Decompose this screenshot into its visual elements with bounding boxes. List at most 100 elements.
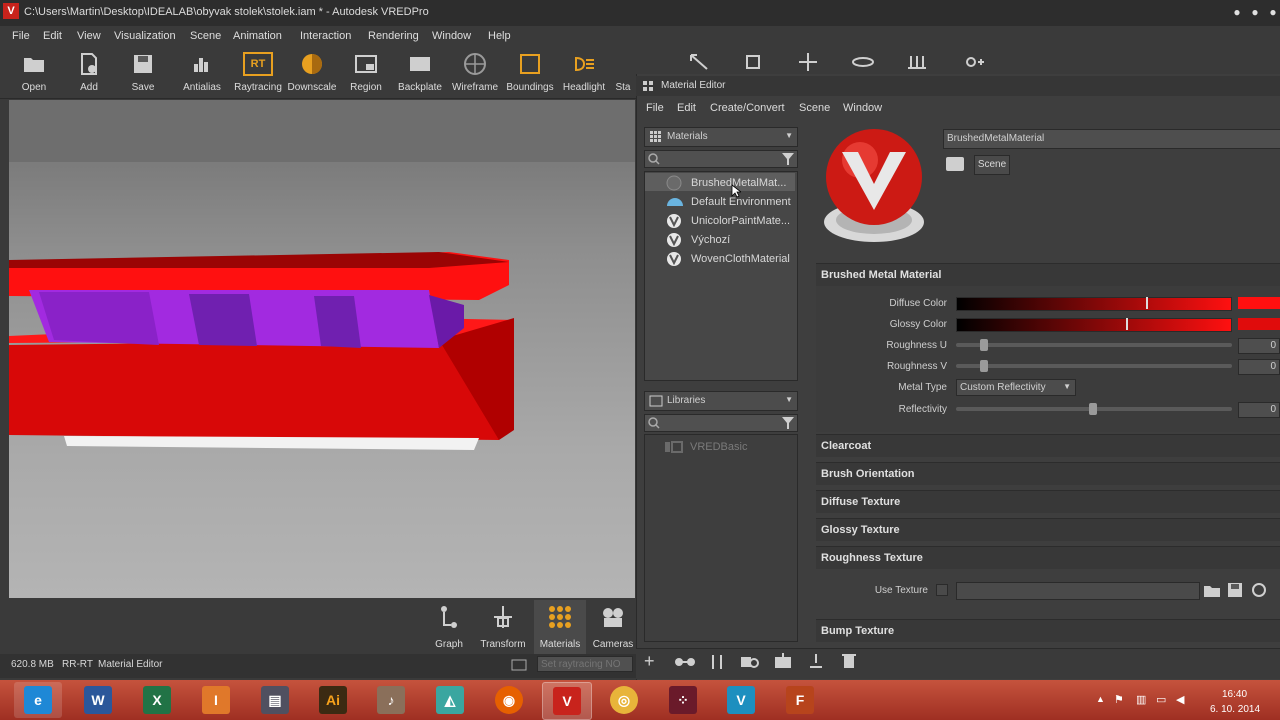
graph-button[interactable]: Graph (424, 604, 474, 650)
menu-edit[interactable]: Edit (43, 30, 62, 42)
reload-icon[interactable] (1250, 582, 1268, 598)
tray-expand-icon[interactable]: ▲ (1096, 694, 1105, 704)
section-glossy-texture[interactable]: Glossy Texture (816, 518, 1280, 541)
wireframe-button[interactable]: Wireframe (448, 50, 502, 96)
me-menu-scene[interactable]: Scene (799, 102, 830, 114)
section-diffuse-texture[interactable]: Diffuse Texture (816, 490, 1280, 513)
find-icon[interactable] (740, 654, 760, 670)
assign-icon[interactable] (773, 653, 793, 669)
me-menu-window[interactable]: Window (843, 102, 882, 114)
rotate-tool-icon[interactable] (851, 52, 875, 72)
scale-tool-icon[interactable] (688, 52, 710, 72)
use-texture-checkbox[interactable] (936, 584, 948, 596)
glossy-color-handle[interactable] (1126, 318, 1128, 330)
diffuse-color-slider[interactable] (956, 297, 1232, 311)
menu-view[interactable]: View (77, 30, 101, 42)
section-clearcoat[interactable]: Clearcoat (816, 434, 1280, 457)
menu-interaction[interactable]: Interaction (300, 30, 351, 42)
network-icon[interactable]: ▥ (1136, 693, 1146, 706)
vred-app-icon[interactable]: V (3, 3, 19, 19)
me-menu-create-convert[interactable]: Create/Convert (710, 102, 785, 114)
taskbar-app-illustrator[interactable]: Ai (309, 682, 357, 718)
libraries-search-input[interactable] (644, 414, 798, 432)
clock-time[interactable]: 16:40 (1222, 689, 1247, 700)
menu-visualization[interactable]: Visualization (114, 30, 176, 42)
bounding-scale-icon[interactable] (742, 52, 764, 72)
texture-path-field[interactable] (956, 582, 1200, 600)
materials-dropdown[interactable]: Materials ▼ (644, 127, 798, 147)
roughness-u-slider[interactable] (956, 343, 1232, 347)
diffuse-color-swatch[interactable] (1238, 297, 1280, 309)
antialias-button[interactable]: Antialias (175, 50, 229, 96)
maximize-icon[interactable]: ● (1246, 4, 1264, 20)
move-tool-icon[interactable] (797, 52, 819, 72)
battery-icon[interactable]: ▭ (1156, 693, 1166, 706)
transform-button[interactable]: Transform (478, 604, 528, 650)
cameras-button[interactable]: Cameras (588, 604, 638, 650)
command-input[interactable] (537, 656, 633, 672)
menu-rendering[interactable]: Rendering (368, 30, 419, 42)
reflectivity-knob[interactable] (1089, 403, 1097, 415)
add-icon[interactable]: + (644, 651, 655, 672)
section-brush-orientation[interactable]: Brush Orientation (816, 462, 1280, 485)
terminal-icon[interactable] (511, 658, 527, 672)
section-roughness-texture[interactable]: Roughness Texture (816, 546, 1280, 569)
minimize-icon[interactable]: ● (1228, 4, 1246, 20)
section-bump-texture[interactable]: Bump Texture (816, 619, 1280, 642)
glossy-color-slider[interactable] (956, 318, 1232, 332)
metal-type-dropdown[interactable]: Custom Reflectivity ▼ (956, 379, 1076, 396)
downscale-button[interactable]: Downscale (285, 50, 339, 96)
delete-icon[interactable] (842, 653, 856, 669)
clock-date[interactable]: 6. 10. 2014 (1210, 704, 1260, 715)
taskbar-app-internet-explorer[interactable]: e (14, 682, 62, 718)
headlight-button[interactable]: Headlight (557, 50, 611, 96)
taskbar-app-inventor[interactable]: I (192, 682, 240, 718)
diffuse-color-handle[interactable] (1146, 297, 1148, 309)
floppy-icon[interactable] (1226, 582, 1244, 598)
scene-button[interactable]: Scene (974, 155, 1010, 175)
me-menu-edit[interactable]: Edit (677, 102, 696, 114)
taskbar-app-dots[interactable]: ⁘ (659, 682, 707, 718)
roughness-u-knob[interactable] (980, 339, 988, 351)
filter-icon[interactable] (782, 416, 794, 430)
backplate-button[interactable]: Backplate (393, 50, 447, 96)
roughness-v-knob[interactable] (980, 360, 988, 372)
close-icon[interactable]: ● (1264, 4, 1280, 20)
filter-icon[interactable] (782, 152, 794, 166)
glossy-color-swatch[interactable] (1238, 318, 1280, 330)
region-button[interactable]: Region (339, 50, 393, 96)
table-model-render[interactable] (9, 100, 635, 598)
taskbar-app-showcase[interactable]: ◭ (426, 682, 474, 718)
align-tool-icon[interactable] (906, 52, 928, 72)
taskbar-app-firefox[interactable]: ◉ (485, 682, 533, 718)
taskbar-app-flash[interactable]: F (776, 682, 824, 718)
taskbar-app-excel[interactable]: X (133, 682, 181, 718)
tag-icon[interactable] (946, 157, 964, 171)
menu-animation[interactable]: Animation (233, 30, 282, 42)
taskbar-app-audition[interactable]: ♪ (367, 682, 415, 718)
boundings-button[interactable]: Boundings (503, 50, 557, 96)
materials-search-input[interactable] (644, 150, 798, 168)
flag-icon[interactable]: ⚑ (1114, 693, 1124, 706)
roughness-u-input[interactable]: 0 (1238, 338, 1280, 354)
taskbar-app-vred[interactable]: V (542, 682, 592, 720)
roughness-v-slider[interactable] (956, 364, 1232, 368)
taskbar-app-chrome[interactable]: ◎ (600, 682, 648, 718)
menu-scene[interactable]: Scene (190, 30, 221, 42)
pivot-tool-icon[interactable] (962, 52, 986, 72)
roughness-v-input[interactable]: 0 (1238, 359, 1280, 375)
taskbar-app-video-editor[interactable]: ▤ (251, 682, 299, 718)
folder-icon[interactable] (1202, 582, 1222, 598)
taskbar-app-vred-tool[interactable]: V (717, 682, 765, 718)
section-brushed-metal[interactable]: Brushed Metal Material (816, 263, 1280, 286)
me-menu-file[interactable]: File (646, 102, 664, 114)
split-icon[interactable] (709, 654, 725, 670)
libraries-dropdown[interactable]: Libraries ▼ (644, 391, 798, 411)
reflectivity-input[interactable]: 0 (1238, 402, 1280, 418)
taskbar-app-word[interactable]: W (74, 682, 122, 718)
apply-icon[interactable] (807, 653, 825, 669)
stats-button[interactable]: Sta (608, 50, 638, 96)
open-button[interactable]: Open (7, 50, 61, 96)
menu-window[interactable]: Window (432, 30, 471, 42)
volume-icon[interactable]: ◀ (1176, 693, 1184, 706)
